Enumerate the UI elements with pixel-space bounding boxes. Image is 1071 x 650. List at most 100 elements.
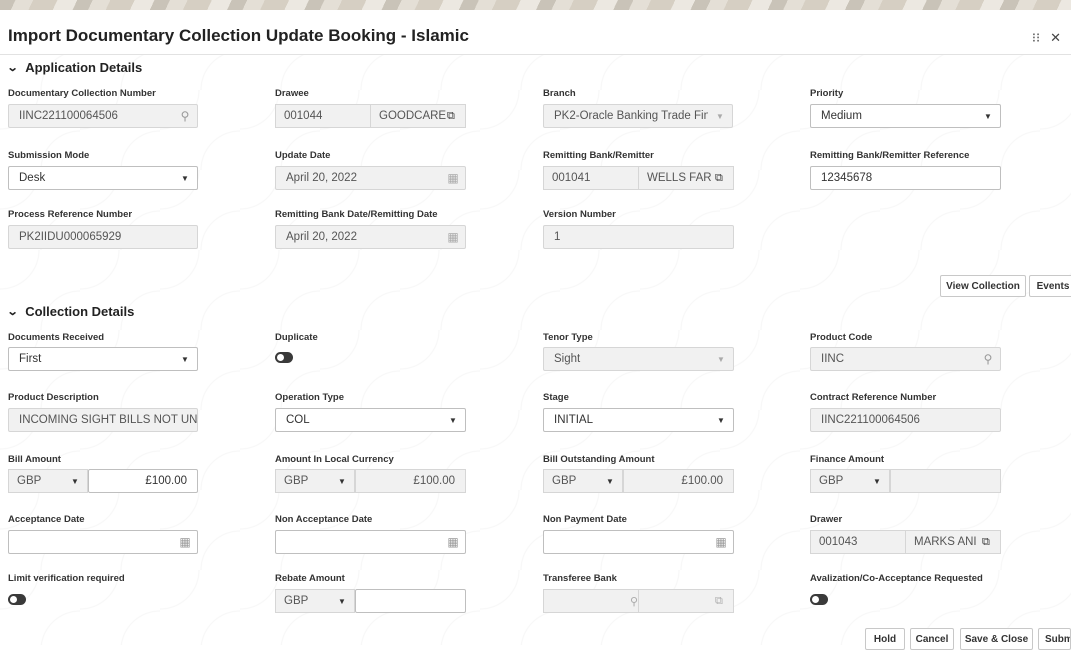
hold-button[interactable]: Hold bbox=[865, 628, 905, 650]
bill-amount-input[interactable]: £100.00 bbox=[88, 469, 198, 493]
remitting-bank-name-field[interactable]: WELLS FAR ⧉ bbox=[638, 166, 734, 190]
bill-currency-value: GBP bbox=[17, 475, 42, 487]
tenor-type-label: Tenor Type bbox=[543, 332, 593, 343]
section-collection-details[interactable]: ⌄ Collection Details bbox=[6, 304, 135, 319]
tenor-type-value: Sight bbox=[554, 353, 581, 365]
drawer-name-field[interactable]: MARKS ANI ⧉ bbox=[905, 530, 1001, 554]
drawer-id-value: 001043 bbox=[819, 536, 858, 548]
drawee-name-field[interactable]: GOODCARE ⧉ bbox=[370, 104, 466, 128]
non-acceptance-date-input[interactable]: ▦ bbox=[275, 530, 466, 554]
product-desc-label: Product Description bbox=[8, 392, 99, 403]
doc-coll-no-field[interactable]: IINC221100064506 ⚲ bbox=[8, 104, 198, 128]
acceptance-date-label: Acceptance Date bbox=[8, 514, 85, 525]
submission-mode-label: Submission Mode bbox=[8, 150, 90, 161]
limit-verification-toggle[interactable] bbox=[8, 594, 26, 605]
lookup-icon[interactable]: ⧉ bbox=[715, 172, 733, 185]
submit-button[interactable]: Subm bbox=[1038, 628, 1071, 650]
transferee-bank-id-field[interactable]: ⚲ bbox=[543, 589, 639, 613]
remitting-ref-value: 12345678 bbox=[821, 172, 873, 184]
drawer-name-value: MARKS ANI bbox=[914, 536, 977, 548]
drawee-id-field[interactable]: 001044 bbox=[275, 104, 371, 128]
close-icon[interactable]: ✕ bbox=[1050, 30, 1061, 46]
version-value: 1 bbox=[554, 231, 561, 243]
bill-amount-label: Bill Amount bbox=[8, 454, 61, 465]
version-field[interactable]: 1 bbox=[543, 225, 734, 249]
update-date-value: April 20, 2022 bbox=[286, 172, 357, 184]
contract-ref-field[interactable]: IINC221100064506 bbox=[810, 408, 1001, 432]
bill-currency-select[interactable]: GBP ▼ bbox=[8, 469, 88, 493]
process-ref-label: Process Reference Number bbox=[8, 209, 133, 220]
rebate-amount-label: Rebate Amount bbox=[275, 573, 345, 584]
non-acceptance-date-label: Non Acceptance Date bbox=[275, 514, 373, 525]
dropdown-caret-icon: ▼ bbox=[71, 476, 79, 486]
dropdown-caret-icon: ▼ bbox=[338, 476, 346, 486]
calendar-icon[interactable]: ▦ bbox=[709, 535, 733, 549]
finance-currency-select[interactable]: GBP ▼ bbox=[810, 469, 890, 493]
page-title: Import Documentary Collection Update Boo… bbox=[8, 26, 469, 45]
drawer-id-field[interactable]: 001043 bbox=[810, 530, 906, 554]
submission-mode-select[interactable]: Desk ▼ bbox=[8, 166, 198, 190]
chevron-down-icon: ⌄ bbox=[6, 62, 19, 74]
local-amount-value: £100.00 bbox=[413, 475, 455, 487]
transferee-bank-name-field[interactable]: ⧉ bbox=[638, 589, 734, 613]
product-code-field[interactable]: IINC ⚲ bbox=[810, 347, 1001, 371]
product-desc-field[interactable]: INCOMING SIGHT BILLS NOT UNDE bbox=[8, 408, 198, 432]
docs-received-value: First bbox=[19, 353, 42, 365]
acceptance-date-input[interactable]: ▦ bbox=[8, 530, 198, 554]
tenor-type-select[interactable]: Sight ▼ bbox=[543, 347, 734, 371]
outstanding-currency-select[interactable]: GBP ▼ bbox=[543, 469, 623, 493]
lookup-icon[interactable]: ⧉ bbox=[982, 536, 1000, 549]
lookup-icon[interactable]: ⧉ bbox=[715, 595, 733, 608]
search-icon[interactable]: ⚲ bbox=[630, 595, 638, 608]
update-date-label: Update Date bbox=[275, 150, 331, 161]
stage-select[interactable]: INITIAL ▼ bbox=[543, 408, 734, 432]
operation-type-select[interactable]: COL ▼ bbox=[275, 408, 466, 432]
avalization-label: Avalization/Co-Acceptance Requested bbox=[810, 573, 983, 584]
duplicate-toggle[interactable] bbox=[275, 352, 293, 363]
rebate-currency-select[interactable]: GBP ▼ bbox=[275, 589, 355, 613]
operation-type-label: Operation Type bbox=[275, 392, 344, 403]
dropdown-caret-icon: ▼ bbox=[606, 476, 614, 486]
drawee-name-value: GOODCARE bbox=[379, 110, 447, 122]
operation-type-value: COL bbox=[286, 414, 310, 426]
cancel-button[interactable]: Cancel bbox=[910, 628, 954, 650]
search-icon[interactable]: ⚲ bbox=[173, 109, 197, 123]
lookup-icon[interactable]: ⧉ bbox=[447, 110, 465, 123]
rebate-amount-input[interactable] bbox=[355, 589, 466, 613]
dropdown-caret-icon: ▼ bbox=[873, 476, 881, 486]
save-close-button[interactable]: Save & Close bbox=[960, 628, 1033, 650]
events-button[interactable]: Events bbox=[1029, 275, 1071, 297]
limit-verification-label: Limit verification required bbox=[8, 573, 125, 584]
calendar-icon[interactable]: ▦ bbox=[441, 171, 465, 185]
branch-select[interactable]: PK2-Oracle Banking Trade Fina ▼ bbox=[543, 104, 733, 128]
local-currency-select[interactable]: GBP ▼ bbox=[275, 469, 355, 493]
section-application-details[interactable]: ⌄ Application Details bbox=[6, 60, 143, 75]
update-date-field[interactable]: April 20, 2022 ▦ bbox=[275, 166, 466, 190]
section-title: Application Details bbox=[25, 60, 143, 75]
docs-received-select[interactable]: First ▼ bbox=[8, 347, 198, 371]
local-amount-field[interactable]: £100.00 bbox=[355, 469, 466, 493]
product-code-value: IINC bbox=[821, 353, 844, 365]
priority-select[interactable]: Medium ▼ bbox=[810, 104, 1001, 128]
remitting-ref-input[interactable]: 12345678 bbox=[810, 166, 1001, 190]
contract-ref-value: IINC221100064506 bbox=[821, 414, 920, 426]
calendar-icon[interactable]: ▦ bbox=[441, 230, 465, 244]
outstanding-amount-field[interactable]: £100.00 bbox=[623, 469, 734, 493]
minimize-icon[interactable]: ⁝⁝ bbox=[1032, 30, 1040, 46]
remitting-bank-id-field[interactable]: 001041 bbox=[543, 166, 639, 190]
remitting-date-field[interactable]: April 20, 2022 ▦ bbox=[275, 225, 466, 249]
doc-coll-no-value: IINC221100064506 bbox=[19, 110, 118, 122]
calendar-icon[interactable]: ▦ bbox=[173, 535, 197, 549]
duplicate-label: Duplicate bbox=[275, 332, 318, 343]
process-ref-field[interactable]: PK2IIDU000065929 bbox=[8, 225, 198, 249]
non-payment-date-input[interactable]: ▦ bbox=[543, 530, 734, 554]
chevron-down-icon: ⌄ bbox=[6, 306, 19, 318]
non-payment-date-label: Non Payment Date bbox=[543, 514, 627, 525]
search-icon[interactable]: ⚲ bbox=[976, 352, 1000, 366]
finance-amount-label: Finance Amount bbox=[810, 454, 885, 465]
avalization-toggle[interactable] bbox=[810, 594, 828, 605]
finance-amount-field[interactable] bbox=[890, 469, 1001, 493]
stage-label: Stage bbox=[543, 392, 569, 403]
view-collection-button[interactable]: View Collection bbox=[940, 275, 1026, 297]
calendar-icon[interactable]: ▦ bbox=[441, 535, 465, 549]
